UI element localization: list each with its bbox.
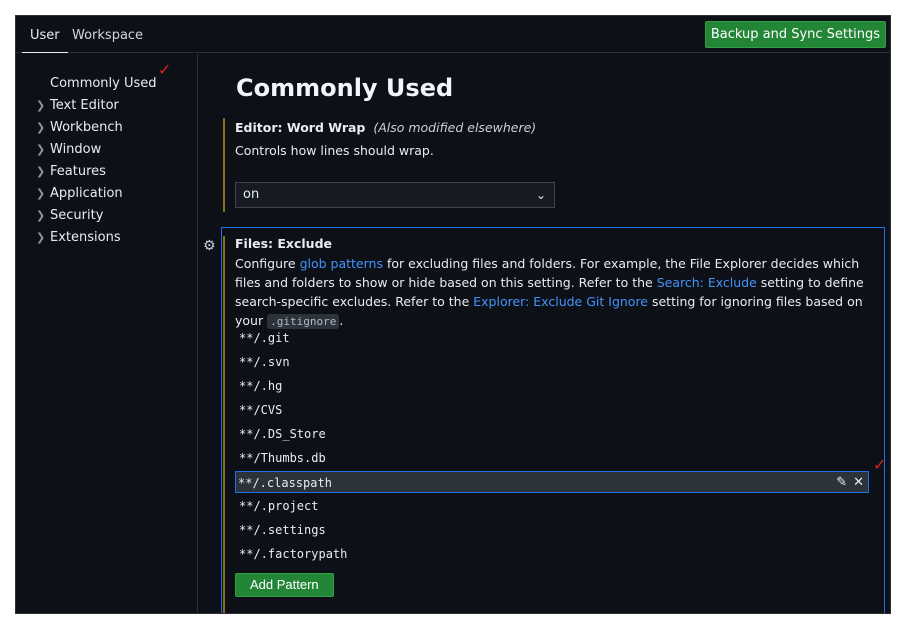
sidebar-item-label: Features bbox=[50, 164, 106, 179]
page-title: Commonly Used bbox=[236, 74, 454, 102]
chevron-right-icon: ❯ bbox=[36, 209, 46, 222]
add-pattern-button[interactable]: Add Pattern bbox=[235, 573, 334, 597]
chevron-down-icon: ⌄ bbox=[535, 188, 546, 202]
sidebar-item-label: Commonly Used bbox=[50, 76, 157, 91]
search-exclude-link[interactable]: Search: Exclude bbox=[657, 275, 757, 290]
tab-workspace[interactable]: Workspace bbox=[72, 28, 143, 53]
gear-icon[interactable]: ⚙ bbox=[203, 238, 216, 254]
explorer-exclude-link[interactable]: Explorer: Exclude Git Ignore bbox=[473, 294, 648, 309]
sidebar-item-application[interactable]: ❯ Application bbox=[36, 184, 123, 204]
chevron-right-icon: ❯ bbox=[36, 143, 46, 156]
pencil-icon[interactable]: ✎ bbox=[836, 475, 847, 490]
sidebar-item-label: Workbench bbox=[50, 120, 123, 135]
setting-title: Editor: Word Wrap (Also modified elsewhe… bbox=[235, 120, 537, 135]
setting-description: Controls how lines should wrap. bbox=[235, 143, 434, 158]
setting-title: Files: Exclude bbox=[235, 236, 332, 251]
sidebar-item-label: Application bbox=[50, 186, 123, 201]
glob-patterns-link[interactable]: glob patterns bbox=[300, 256, 383, 271]
sidebar-item-window[interactable]: ❯ Window bbox=[36, 140, 101, 160]
chevron-right-icon: ❯ bbox=[36, 165, 46, 178]
close-icon[interactable]: ✕ bbox=[853, 475, 864, 490]
setting-description: Configure glob patterns for excluding fi… bbox=[235, 256, 864, 329]
sidebar-item-label: Extensions bbox=[50, 230, 121, 245]
sidebar-item-features[interactable]: ❯ Features bbox=[36, 162, 106, 182]
sidebar-item-label: Window bbox=[50, 142, 102, 157]
sidebar-item-label: Security bbox=[50, 208, 104, 223]
settings-header: User Workspace Backup and Sync Settings bbox=[16, 16, 890, 53]
pattern-value: **/.classpath bbox=[238, 476, 332, 490]
red-checkmark-annotation: ✓ bbox=[873, 455, 887, 474]
backup-sync-button[interactable]: Backup and Sync Settings bbox=[704, 21, 886, 48]
word-wrap-select[interactable]: on ⌄ bbox=[235, 182, 555, 208]
chevron-right-icon: ❯ bbox=[36, 231, 46, 244]
chevron-right-icon: ❯ bbox=[36, 121, 46, 134]
chevron-right-icon: ❯ bbox=[36, 187, 46, 200]
pattern-row[interactable]: **/.factorypath bbox=[237, 543, 871, 565]
sidebar-item-commonly-used[interactable]: Commonly Used bbox=[36, 74, 157, 94]
settings-sidebar: Commonly Used ❯ Text Editor ❯ Workbench ❯ W… bbox=[16, 54, 198, 613]
pattern-row[interactable]: **/.project bbox=[237, 495, 871, 517]
pattern-row[interactable]: **/CVS bbox=[237, 399, 871, 421]
pattern-row[interactable]: **/Thumbs.db bbox=[237, 447, 871, 469]
modified-note: (Also modified elsewhere) bbox=[373, 120, 537, 135]
pattern-row[interactable]: **/.DS_Store bbox=[237, 423, 871, 445]
settings-main: Commonly Used Editor: Word Wrap (Also mo… bbox=[199, 54, 890, 613]
row-actions: ✎ ✕ bbox=[830, 472, 864, 494]
sidebar-item-label: Text Editor bbox=[50, 98, 119, 113]
settings-window: User Workspace Backup and Sync Settings … bbox=[15, 15, 891, 614]
pattern-row[interactable]: **/.git bbox=[237, 327, 871, 349]
sidebar-item-extensions[interactable]: ❯ Extensions bbox=[36, 228, 121, 248]
pattern-row-selected[interactable]: **/.classpath ✎ ✕ bbox=[235, 471, 869, 493]
chevron-right-icon: ❯ bbox=[36, 99, 46, 112]
red-checkmark-annotation: ✓ bbox=[158, 60, 172, 79]
tab-user[interactable]: User bbox=[22, 28, 68, 53]
pattern-row[interactable]: **/.svn bbox=[237, 351, 871, 373]
sidebar-item-text-editor[interactable]: ❯ Text Editor bbox=[36, 96, 119, 116]
pattern-row[interactable]: **/.settings bbox=[237, 519, 871, 541]
sidebar-item-workbench[interactable]: ❯ Workbench bbox=[36, 118, 123, 138]
pattern-row[interactable]: **/.hg bbox=[237, 375, 871, 397]
sidebar-item-security[interactable]: ❯ Security bbox=[36, 206, 103, 226]
